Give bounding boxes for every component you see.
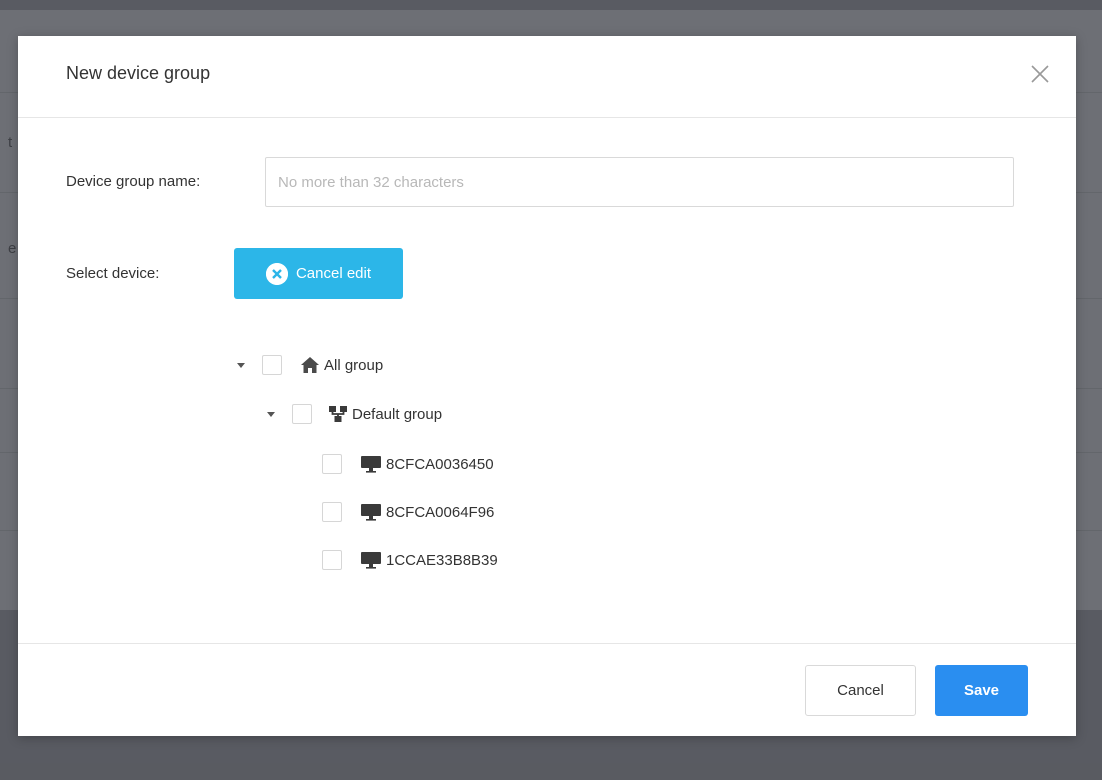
tree-node-default-group: Default group <box>266 402 442 426</box>
cancel-edit-label: Cancel edit <box>295 265 372 282</box>
device-group-name-input[interactable] <box>265 157 1014 207</box>
close-icon <box>1031 65 1049 83</box>
device-checkbox[interactable] <box>322 454 342 474</box>
tree-node-device: 8CFCA0064F96 <box>322 500 494 524</box>
dialog-header: New device group <box>18 36 1076 118</box>
device-group-name-label: Device group name: <box>66 173 201 190</box>
monitor-icon <box>360 455 382 473</box>
tree-node-label[interactable]: 1CCAE33B8B39 <box>386 552 498 569</box>
save-button[interactable]: Save <box>935 665 1028 716</box>
tree-node-label[interactable]: 8CFCA0036450 <box>386 456 494 473</box>
cancel-button[interactable]: Cancel <box>805 665 916 716</box>
monitor-icon <box>360 551 382 569</box>
dialog-title: New device group <box>66 63 211 83</box>
dialog-footer-divider <box>18 643 1076 644</box>
monitor-icon <box>360 503 382 521</box>
tree-node-label[interactable]: Default group <box>352 406 442 423</box>
home-icon <box>300 356 320 374</box>
select-device-label: Select device: <box>66 265 160 282</box>
sitemap-icon <box>328 405 348 423</box>
device-checkbox[interactable] <box>322 502 342 522</box>
expand-caret-icon[interactable] <box>266 409 276 419</box>
default-group-checkbox[interactable] <box>292 404 312 424</box>
x-circle-icon <box>265 262 288 285</box>
tree-node-device: 1CCAE33B8B39 <box>322 548 498 572</box>
tree-node-all-group: All group <box>236 353 383 377</box>
tree-node-device: 8CFCA0036450 <box>322 452 494 476</box>
cancel-edit-button[interactable]: Cancel edit <box>234 248 403 299</box>
close-button[interactable] <box>1028 62 1052 86</box>
new-device-group-dialog: New device group Device group name: Sele… <box>18 36 1076 736</box>
tree-node-label[interactable]: All group <box>324 357 383 374</box>
expand-caret-icon[interactable] <box>236 360 246 370</box>
tree-node-label[interactable]: 8CFCA0064F96 <box>386 504 494 521</box>
all-group-checkbox[interactable] <box>262 355 282 375</box>
device-checkbox[interactable] <box>322 550 342 570</box>
